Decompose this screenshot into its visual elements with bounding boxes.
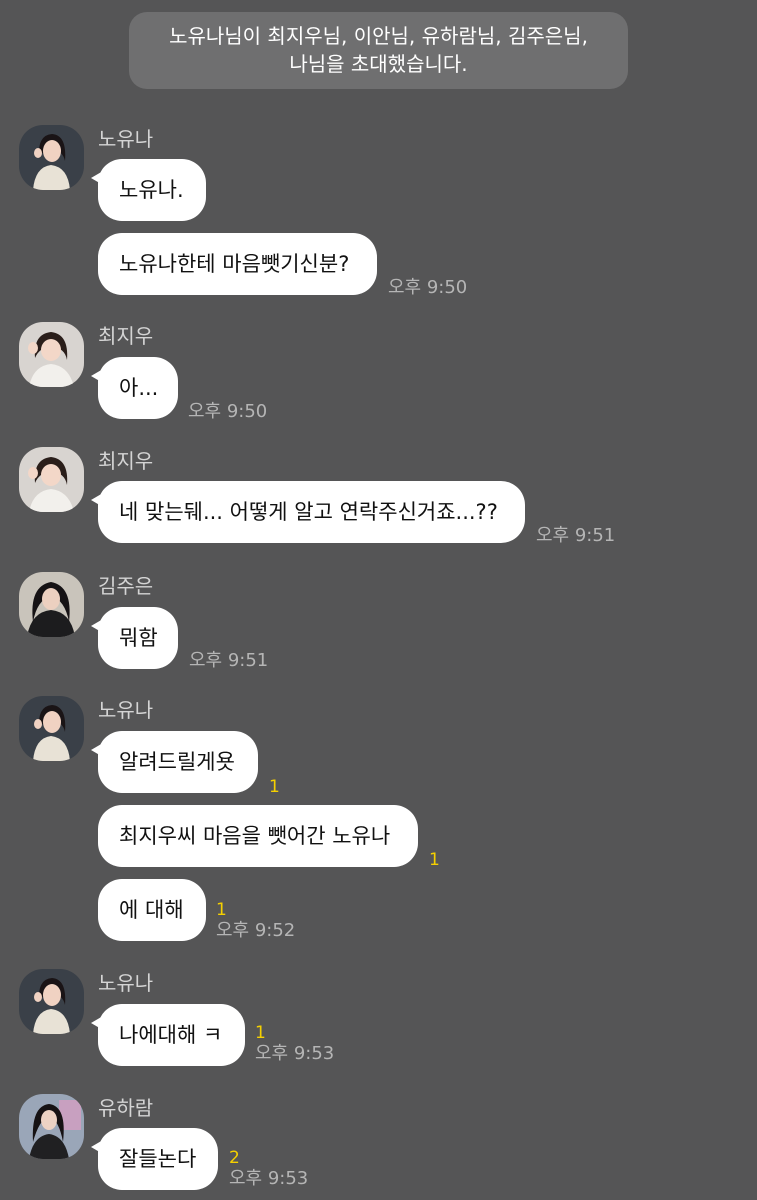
profile-photo-icon [19, 1094, 84, 1159]
message-bubble[interactable]: 나에대해 ㅋ [91, 1004, 245, 1066]
message-meta: 1 [269, 777, 280, 797]
sender-name: 최지우 [98, 324, 154, 348]
timestamp: 오후 9:51 [536, 525, 616, 546]
message-meta: 2 오후 9:53 [229, 1148, 308, 1190]
timestamp: 오후 9:53 [229, 1168, 309, 1189]
avatar[interactable] [19, 447, 84, 512]
unread-count: 2 [229, 1148, 240, 1168]
message-meta: 1 [429, 850, 440, 870]
invite-notice: 노유나님이 최지우님, 이안님, 유하람님, 김주은님, 나님을 초대했습니다. [129, 12, 628, 89]
message-bubble[interactable]: 알려드릴게욧 [91, 731, 258, 793]
unread-count: 1 [216, 900, 227, 920]
sender-name: 노유나 [98, 698, 154, 722]
sender-name: 최지우 [98, 449, 154, 473]
message-bubble[interactable]: 뭐함 [91, 607, 178, 669]
message-bubble[interactable]: 최지우씨 마음을 뺏어간 노유나 [98, 805, 418, 867]
avatar[interactable] [19, 696, 84, 761]
sender-name: 노유나 [98, 127, 154, 151]
message-bubble[interactable]: 잘들논다 [91, 1128, 218, 1190]
timestamp: 오후 9:50 [188, 401, 268, 422]
sender-name: 노유나 [98, 971, 154, 995]
timestamp: 오후 9:50 [388, 277, 468, 298]
unread-count: 1 [269, 777, 280, 797]
profile-photo-icon [19, 322, 84, 387]
message-bubble[interactable]: 네 맞는뒈... 어떻게 알고 연락주신거죠...?? [91, 481, 525, 543]
message-meta: 1 오후 9:53 [255, 1023, 334, 1065]
timestamp: 오후 9:53 [255, 1043, 335, 1064]
invite-notice-line-2: 나님을 초대했습니다. [289, 52, 468, 76]
profile-photo-icon [19, 125, 84, 190]
message-bubble[interactable]: 아... [91, 357, 178, 419]
profile-photo-icon [19, 969, 84, 1034]
timestamp: 오후 9:51 [189, 650, 269, 671]
avatar[interactable] [19, 1094, 84, 1159]
message-meta: 1 오후 9:52 [216, 900, 295, 942]
message-meta: 오후 9:50 [188, 401, 267, 423]
avatar[interactable] [19, 572, 84, 637]
sender-name: 김주은 [98, 574, 154, 598]
sender-name: 유하람 [98, 1096, 154, 1120]
message-meta: 오후 9:51 [189, 650, 268, 672]
profile-photo-icon [19, 447, 84, 512]
message-bubble[interactable]: 노유나. [91, 159, 206, 221]
profile-photo-icon [19, 572, 84, 637]
message-bubble[interactable]: 에 대해 [98, 879, 206, 941]
avatar[interactable] [19, 125, 84, 190]
timestamp: 오후 9:52 [216, 920, 296, 941]
avatar[interactable] [19, 969, 84, 1034]
unread-count: 1 [429, 850, 440, 870]
message-meta: 오후 9:50 [388, 277, 467, 299]
avatar[interactable] [19, 322, 84, 387]
message-bubble[interactable]: 노유나한테 마음뺏기신분? [98, 233, 377, 295]
profile-photo-icon [19, 696, 84, 761]
unread-count: 1 [255, 1023, 266, 1043]
message-meta: 오후 9:51 [536, 525, 615, 547]
invite-notice-line-1: 노유나님이 최지우님, 이안님, 유하람님, 김주은님, [169, 24, 588, 48]
